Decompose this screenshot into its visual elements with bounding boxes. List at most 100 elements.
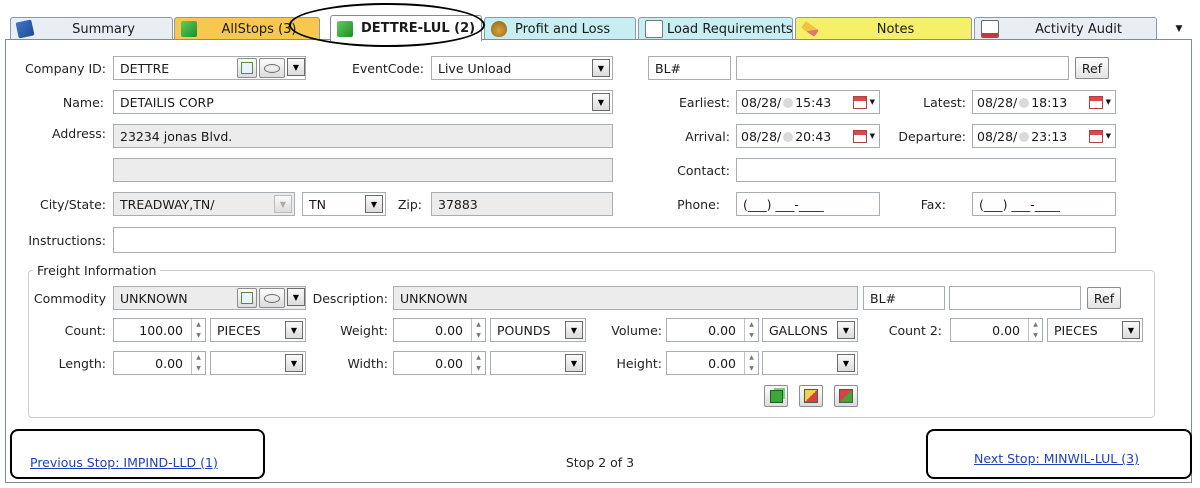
bl-number-field[interactable]: [736, 56, 1069, 80]
audit-icon: [981, 20, 999, 38]
tab-load-requirements[interactable]: Load Requirements: [638, 17, 793, 40]
view-commodity-button[interactable]: [259, 288, 285, 308]
tab-label: Summary: [72, 21, 135, 37]
spin-up-icon: ▲: [749, 321, 754, 328]
tab-notes[interactable]: Notes: [795, 17, 972, 40]
pencil-icon: [801, 21, 819, 37]
tab-profit-and-loss[interactable]: Profit and Loss: [484, 17, 636, 40]
edit-company-button[interactable]: [237, 58, 257, 78]
spin-down-icon: ▼: [476, 365, 481, 372]
count2-spinner[interactable]: ▲ ▼: [1028, 319, 1042, 341]
freight-ref-button[interactable]: Ref: [1087, 287, 1121, 309]
departure-datetime[interactable]: 08/28/23:13 ▼: [972, 124, 1116, 148]
company-dropdown-button[interactable]: ▼: [287, 58, 305, 76]
width-field[interactable]: 0.00 ▲ ▼: [393, 351, 486, 375]
event-code-select[interactable]: Live Unload ▼: [431, 56, 613, 80]
tab-label: Notes: [876, 21, 915, 37]
chevron-down-icon[interactable]: ▼: [1106, 132, 1111, 140]
weight-spinner[interactable]: ▲ ▼: [471, 319, 485, 341]
tab-strip: Summary AllStops (3) DETTRE-LUL (2) Prof…: [0, 0, 1200, 47]
volume-unit-select[interactable]: GALLONS ▼: [762, 318, 858, 342]
split-freight-button[interactable]: [799, 385, 823, 407]
bl-label-box: BL#: [648, 56, 731, 80]
height-spinner[interactable]: ▲ ▼: [744, 352, 758, 374]
calendar-icon[interactable]: [1088, 129, 1103, 143]
spin-down-icon: ▼: [196, 365, 201, 372]
eye-icon: [264, 63, 280, 73]
calendar-icon[interactable]: [852, 95, 867, 109]
chevron-down-icon[interactable]: ▼: [1106, 98, 1111, 106]
contact-field[interactable]: [736, 158, 1116, 182]
tab-summary[interactable]: Summary: [10, 17, 173, 40]
fax-field[interactable]: (___) ___-____: [972, 192, 1116, 216]
arrival-datetime[interactable]: 08/28/20:43 ▼: [736, 124, 880, 148]
latest-datetime[interactable]: 08/28/18:13 ▼: [972, 90, 1116, 114]
height-label: Height:: [616, 356, 662, 371]
edit-commodity-button[interactable]: [237, 288, 257, 308]
count-field[interactable]: 100.00 ▲ ▼: [113, 318, 206, 342]
height-field[interactable]: 0.00 ▲ ▼: [666, 351, 759, 375]
count2-field[interactable]: 0.00 ▲ ▼: [950, 318, 1043, 342]
ref-button[interactable]: Ref: [1075, 57, 1109, 79]
checklist-icon: [645, 20, 663, 38]
tab-label: Profit and Loss: [515, 21, 611, 37]
chevron-down-icon: ▼: [592, 59, 610, 77]
width-spinner[interactable]: ▲ ▼: [471, 352, 485, 374]
chevron-down-icon: ▼: [365, 195, 383, 213]
chevron-down-icon: ▼: [285, 354, 303, 372]
tab-activity-audit[interactable]: Activity Audit: [974, 17, 1157, 40]
volume-field[interactable]: 0.00 ▲ ▼: [666, 318, 759, 342]
chevron-down-icon: ▼: [565, 354, 583, 372]
view-company-button[interactable]: [259, 58, 285, 78]
length-spinner[interactable]: ▲ ▼: [191, 352, 205, 374]
zip-field[interactable]: 37883: [431, 192, 613, 216]
weight-field[interactable]: 0.00 ▲ ▼: [393, 318, 486, 342]
merge-freight-button[interactable]: [834, 385, 858, 407]
volume-label: Volume:: [611, 323, 662, 338]
phone-field[interactable]: (___) ___-____: [736, 192, 880, 216]
length-unit-select[interactable]: ▼: [210, 351, 306, 375]
count-unit-select[interactable]: PIECES ▼: [210, 318, 306, 342]
split-icon: [804, 389, 818, 403]
address-line-2[interactable]: [113, 158, 613, 182]
instructions-label: Instructions:: [28, 233, 106, 248]
length-field[interactable]: 0.00 ▲ ▼: [113, 351, 206, 375]
weight-label: Weight:: [340, 323, 388, 338]
weight-unit-select[interactable]: POUNDS ▼: [490, 318, 586, 342]
copy-freight-button[interactable]: [764, 385, 788, 407]
count2-label: Count 2:: [888, 323, 942, 338]
state-select[interactable]: TN ▼: [302, 192, 386, 216]
chevron-down-icon[interactable]: ▼: [870, 132, 875, 140]
chevron-down-icon: ▼: [565, 321, 583, 339]
earliest-datetime[interactable]: 08/28/15:43 ▼: [736, 90, 880, 114]
stop-position-text: Stop 2 of 3: [565, 455, 635, 470]
phone-label: Phone:: [677, 197, 720, 212]
calendar-icon[interactable]: [852, 129, 867, 143]
tab-overflow-button[interactable]: ▼: [1166, 20, 1192, 38]
height-unit-select[interactable]: ▼: [762, 351, 858, 375]
latest-label: Latest:: [923, 95, 966, 110]
redacted-year: [1019, 98, 1030, 108]
city-state-select[interactable]: TREADWAY,TN/ ▼: [113, 192, 295, 216]
contact-label: Contact:: [677, 163, 730, 178]
volume-spinner[interactable]: ▲ ▼: [744, 319, 758, 341]
count-spinner[interactable]: ▲ ▼: [191, 319, 205, 341]
event-code-label: EventCode:: [351, 61, 424, 76]
freight-bl-field[interactable]: [949, 286, 1081, 310]
width-unit-select[interactable]: ▼: [490, 351, 586, 375]
city-state-label: City/State:: [39, 197, 106, 212]
spin-up-icon: ▲: [1033, 321, 1038, 328]
address-line-1[interactable]: 23234 jonas Blvd.: [113, 124, 613, 148]
chevron-down-icon: ▼: [592, 93, 610, 111]
description-field[interactable]: UNKNOWN: [393, 286, 858, 310]
chevron-down-icon: ▼: [285, 321, 303, 339]
commodity-dropdown-button[interactable]: ▼: [287, 288, 305, 306]
calendar-icon[interactable]: [1088, 95, 1103, 109]
count2-unit-select[interactable]: PIECES ▼: [1047, 318, 1143, 342]
chevron-down-icon[interactable]: ▼: [870, 98, 875, 106]
instructions-field[interactable]: [113, 227, 1116, 253]
spin-up-icon: ▲: [749, 354, 754, 361]
highlight-box-previous: [10, 429, 265, 479]
company-name-select[interactable]: DETAILIS CORP ▼: [113, 90, 613, 114]
chevron-down-icon: ▼: [274, 195, 292, 213]
